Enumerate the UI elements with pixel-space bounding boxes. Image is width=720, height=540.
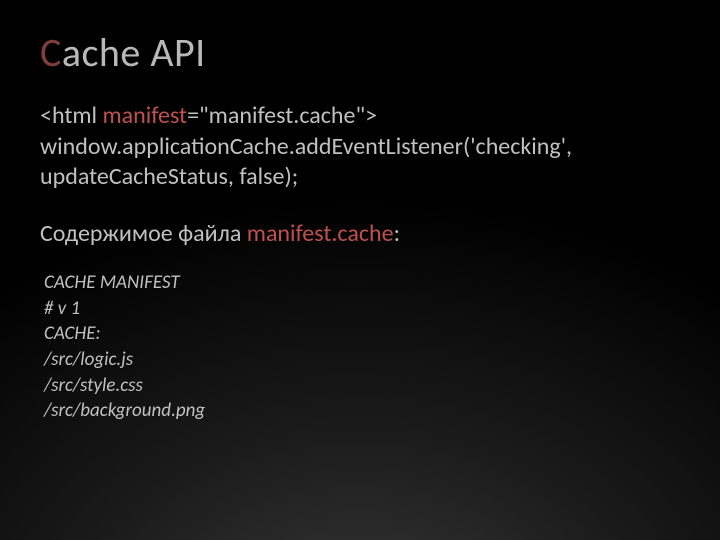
manifest-file-listing: CACHE MANIFEST # v 1 CACHE: /src/logic.j… [40, 270, 680, 424]
manifest-line: CACHE MANIFEST [44, 270, 680, 296]
code-sample: <html manifest="manifest.cache"> window.… [40, 101, 680, 193]
slide: Cache API <html manifest="manifest.cache… [0, 0, 720, 540]
js-line-1: window.applicationCache.addEventListener… [40, 132, 680, 163]
title-rest: ache API [62, 28, 206, 77]
manifest-line: /src/logic.js [44, 347, 680, 373]
manifest-line: # v 1 [44, 296, 680, 322]
manifest-line: CACHE: [44, 321, 680, 347]
title-accent-letter: C [40, 28, 62, 77]
subheading-suffix: : [394, 219, 400, 248]
attr-keyword: manifest [102, 101, 187, 130]
js-line-2: updateCacheStatus, false); [40, 162, 680, 193]
html-tag-line: <html manifest="manifest.cache"> [40, 101, 680, 132]
subheading-prefix: Содержимое файла [40, 219, 247, 248]
file-subheading: Содержимое файла manifest.cache: [40, 219, 680, 248]
manifest-line: /src/style.css [44, 373, 680, 399]
open-tag: <html [40, 101, 102, 130]
attr-rest: ="manifest.cache"> [187, 101, 377, 130]
manifest-line: /src/background.png [44, 398, 680, 424]
subheading-filename: manifest.cache [247, 219, 394, 248]
slide-title: Cache API [40, 28, 680, 77]
